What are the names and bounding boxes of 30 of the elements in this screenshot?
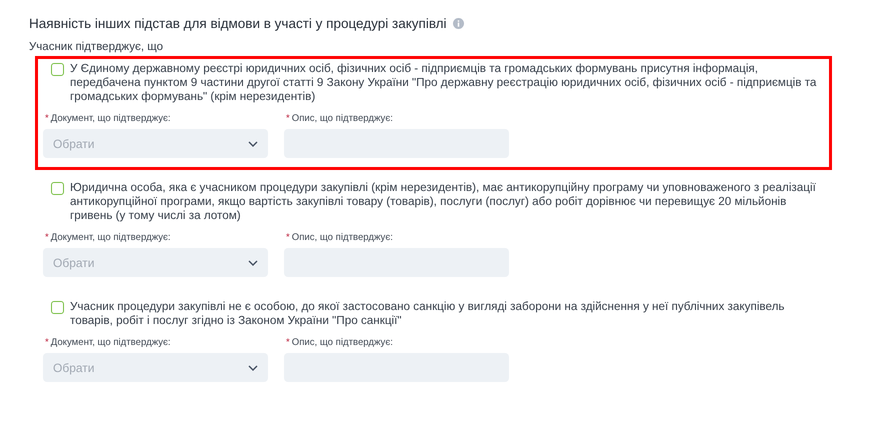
- dropdown[interactable]: Обрати: [43, 129, 268, 158]
- checkbox[interactable]: [51, 182, 64, 195]
- section-title: Наявність інших підстав для відмови в участі у процедурі закупівлі: [29, 16, 447, 30]
- required-mark: *: [286, 337, 290, 348]
- checkbox-label: У Єдиному державному реєстрі юридичних осіб, фізичних осіб - підприємців та громадських формувань присутня інформація, передбачена пунктом 9 частини другої статті 9 Закону України "Про державну реєстрацію юридичних осіб, фізичних осіб - підприємців та громадських формувань" (крім нерезидентів): [70, 62, 818, 104]
- checkbox-label: Учасник процедури закупівлі не є особою, до якої застосовано санкцію у вигляді заборони на здійснення у неї публічних закупівель товарів, робіт і послуг згідно із Законом України "Про санкції": [70, 300, 786, 328]
- field-label: Документ, що підтверджує:: [50, 113, 171, 124]
- field-label: Опис, що підтверджує:: [292, 337, 393, 348]
- checkbox-label: Юридична особа, яка є учасником процедури закупівлі (крім нерезидентів), має антикорупційну програму чи уповноваженого з реалізації антикорупційної програми, якщо вартість закупівлі товару (товарів), послуги (послуг) або робіт дорівнює чи перевищує 20 мільйонів гривень (у тому числі за лотом): [70, 181, 817, 223]
- required-mark: *: [286, 232, 290, 243]
- dropdown-placeholder: Обрати: [53, 360, 94, 374]
- checkbox[interactable]: [51, 63, 64, 76]
- required-mark: *: [45, 113, 49, 124]
- checkbox[interactable]: [51, 301, 64, 314]
- dropdown[interactable]: Обрати: [43, 248, 268, 277]
- subtitle: Учасник підтверджує, що: [29, 41, 164, 53]
- required-mark: *: [286, 113, 290, 124]
- dropdown-placeholder: Обрати: [53, 256, 94, 270]
- field-label: Опис, що підтверджує:: [292, 113, 393, 124]
- field-label: Документ, що підтверджує:: [50, 337, 171, 348]
- required-mark: *: [45, 232, 49, 243]
- dropdown-placeholder: Обрати: [53, 136, 94, 150]
- required-mark: *: [45, 337, 49, 348]
- chevron-icon: [248, 364, 258, 370]
- chevron-icon: [248, 140, 258, 146]
- field-label: Опис, що підтверджує:: [292, 232, 393, 243]
- field-label: Документ, що підтверджує:: [50, 232, 171, 243]
- chevron-icon: [248, 260, 258, 266]
- info-icon[interactable]: [452, 18, 464, 28]
- dropdown[interactable]: Обрати: [43, 353, 268, 382]
